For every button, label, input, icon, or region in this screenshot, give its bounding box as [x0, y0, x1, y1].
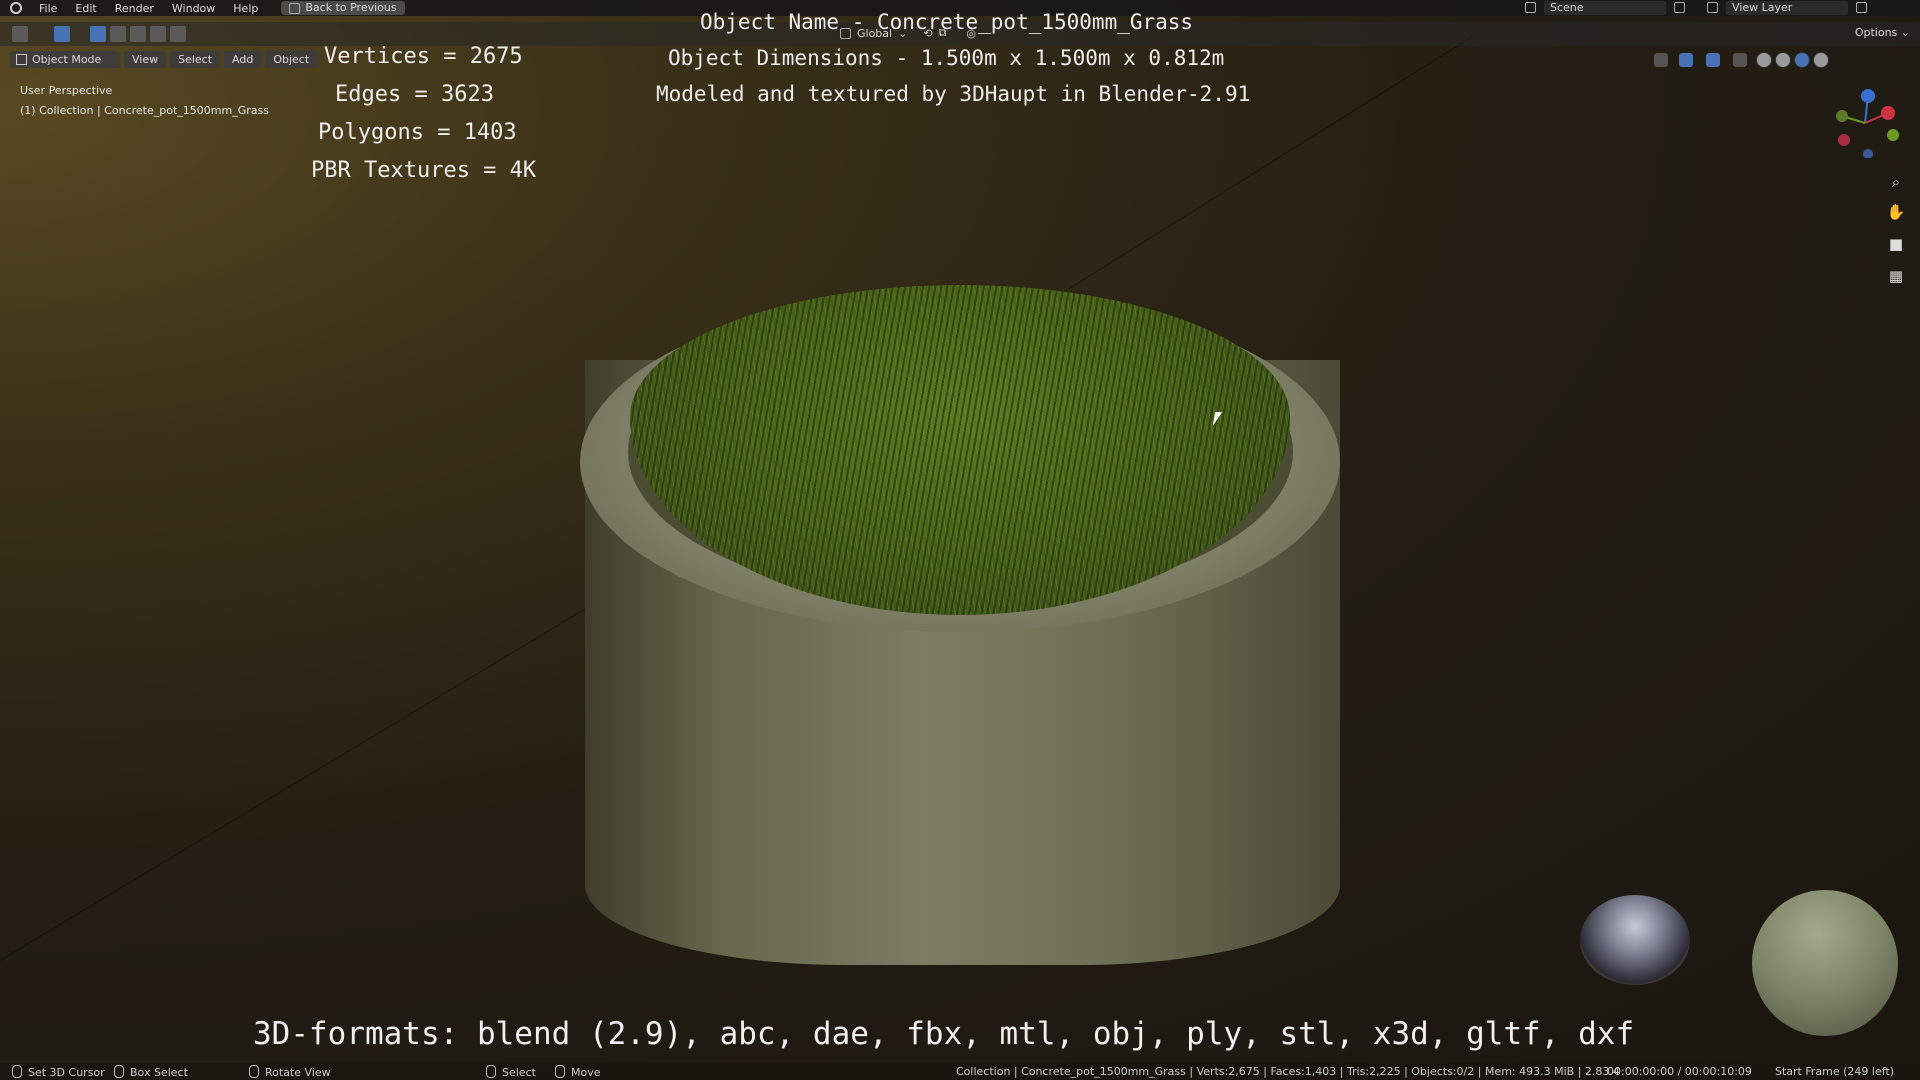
- set-cursor-label: Set 3D Cursor: [28, 1066, 105, 1079]
- xray-toggle-icon[interactable]: [1733, 53, 1747, 67]
- new-view-layer-icon[interactable]: [1856, 2, 1867, 13]
- select-new-icon[interactable]: [90, 26, 106, 42]
- material-preview-sphere: [1752, 890, 1898, 1036]
- wireframe-shading-icon[interactable]: [1756, 52, 1772, 68]
- editor-type-icon[interactable]: [12, 26, 28, 42]
- solid-shading-icon[interactable]: [1775, 52, 1791, 68]
- right-drag-icon: [555, 1065, 565, 1078]
- viewport-header: Object Mode View Select Add Object: [10, 51, 318, 68]
- status-select: Select: [486, 1065, 536, 1079]
- active-collection-label: (1) Collection | Concrete_pot_1500mm_Gra…: [20, 104, 269, 117]
- scene-field[interactable]: Scene: [1544, 0, 1666, 15]
- status-bar: Set 3D Cursor Box Select Rotate View Sel…: [0, 1063, 1920, 1080]
- select-subtract-icon[interactable]: [130, 26, 146, 42]
- frame-info: Start Frame (249 left): [1775, 1065, 1895, 1078]
- credit-line: Modeled and textured by 3DHaupt in Blend…: [656, 82, 1251, 106]
- pan-hand-icon[interactable]: ✋: [1886, 202, 1906, 222]
- menu-object[interactable]: Object: [265, 51, 318, 68]
- navigation-gizmo[interactable]: [1830, 88, 1900, 158]
- select-tool-icon[interactable]: [54, 26, 70, 42]
- view-layer-field[interactable]: View Layer: [1726, 0, 1848, 15]
- new-scene-icon[interactable]: [1674, 2, 1685, 13]
- status-move: Move: [555, 1065, 601, 1079]
- gizmo-toggle-icon[interactable]: [1679, 53, 1693, 67]
- chevron-down-icon: ⌄: [1900, 26, 1910, 39]
- back-to-previous-button[interactable]: Back to Previous: [281, 1, 405, 15]
- select-extend-icon[interactable]: [110, 26, 126, 42]
- left-drag-icon: [114, 1065, 124, 1078]
- menu-file[interactable]: File: [30, 2, 66, 15]
- status-rotate-view: Rotate View: [249, 1065, 331, 1079]
- formats-banner: 3D-formats: blend (2.9), abc, dae, fbx, …: [253, 1016, 1635, 1052]
- status-set-cursor: Set 3D Cursor: [12, 1065, 105, 1079]
- camera-view-icon[interactable]: ■: [1886, 234, 1906, 254]
- view-layer-icon[interactable]: [1707, 2, 1718, 13]
- menu-view[interactable]: View: [124, 51, 167, 68]
- menu-select[interactable]: Select: [170, 51, 221, 68]
- right-mouse-icon: [486, 1065, 496, 1078]
- rotate-view-label: Rotate View: [265, 1066, 331, 1079]
- status-box-select: Box Select: [114, 1065, 188, 1079]
- view-perspective-label: User Perspective: [20, 84, 113, 97]
- select-invert-icon[interactable]: [150, 26, 166, 42]
- viewport-shading-controls: [1654, 51, 1829, 69]
- select-intersect-icon[interactable]: [170, 26, 186, 42]
- back-to-previous-label: Back to Previous: [305, 1, 397, 14]
- options-label: Options: [1854, 26, 1898, 39]
- object-dimensions: Object Dimensions - 1.500m x 1.500m x 0.…: [668, 46, 1225, 70]
- visibility-icon[interactable]: [1654, 53, 1668, 67]
- edges-stat: Edges = 3623: [335, 82, 494, 107]
- scene-statistics: Collection | Concrete_pot_1500mm_Grass |…: [956, 1065, 1620, 1078]
- menu-add[interactable]: Add: [224, 51, 262, 68]
- menu-render[interactable]: Render: [106, 2, 163, 15]
- vertices-stat: Vertices = 2675: [324, 44, 523, 69]
- scene-selector: Scene View Layer: [1525, 0, 1867, 15]
- menu-edit[interactable]: Edit: [66, 2, 105, 15]
- zoom-icon[interactable]: ⌕: [1886, 172, 1906, 192]
- hdri-preview-sphere: [1580, 895, 1690, 985]
- select-label: Select: [502, 1066, 536, 1079]
- grid-line: [1050, 35, 1475, 301]
- ortho-grid-icon[interactable]: ▦: [1886, 266, 1906, 286]
- menu-help[interactable]: Help: [224, 2, 267, 15]
- box-select-label: Box Select: [130, 1066, 188, 1079]
- menu-window[interactable]: Window: [163, 2, 224, 15]
- middle-mouse-icon: [249, 1065, 259, 1078]
- textures-stat: PBR Textures = 4K: [311, 158, 537, 183]
- object-name-title: Object Name - Concrete_pot_1500mm_Grass: [700, 10, 1194, 34]
- move-label: Move: [571, 1066, 601, 1079]
- blender-logo-icon[interactable]: [10, 2, 22, 14]
- rendered-shading-icon[interactable]: [1813, 52, 1829, 68]
- timeline-time: 00:00:00:00 / 00:00:10:09: [1607, 1065, 1752, 1078]
- scene-icon[interactable]: [1525, 2, 1536, 13]
- polygons-stat: Polygons = 1403: [318, 120, 517, 145]
- overlays-toggle-icon[interactable]: [1706, 53, 1720, 67]
- left-mouse-icon: [12, 1065, 22, 1078]
- options-dropdown[interactable]: Options ⌄: [1855, 26, 1910, 39]
- material-preview-icon[interactable]: [1794, 52, 1810, 68]
- object-mode-dropdown[interactable]: Object Mode: [10, 51, 120, 68]
- screen-icon: [289, 2, 301, 14]
